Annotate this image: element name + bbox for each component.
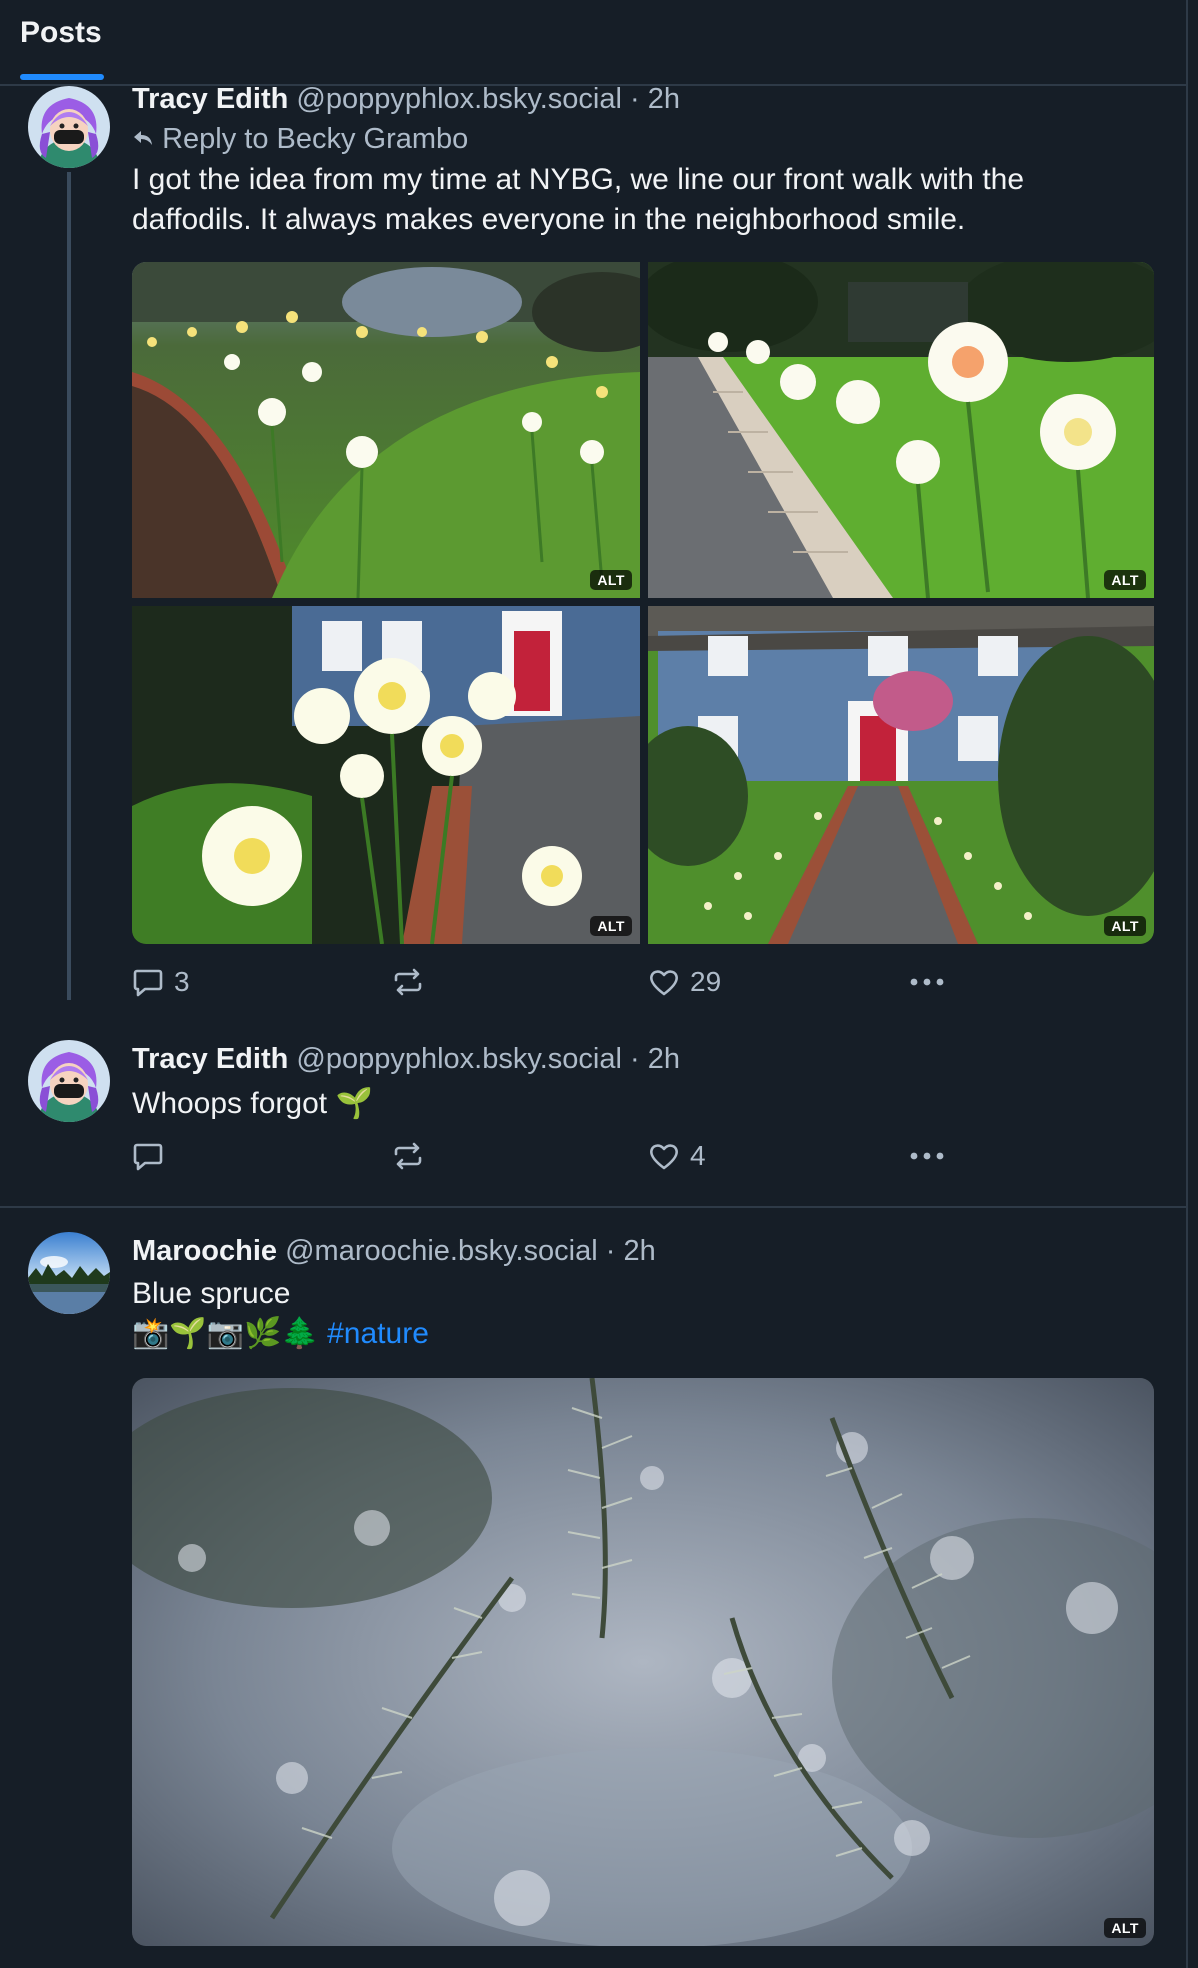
post-item[interactable]: Tracy Edith @poppyphlox.bsky.social · 2h… [0, 1040, 1186, 1200]
tab-posts-label: Posts [20, 16, 102, 49]
post-text: Whoops forgot 🌱 [132, 1087, 373, 1120]
post-image[interactable]: ALT [648, 606, 1154, 944]
author-handle[interactable]: @maroochie.bsky.social [285, 1235, 598, 1267]
thread-line [67, 172, 71, 1000]
blue-spruce-photo-icon [132, 1378, 1154, 1946]
feed-header: Posts [0, 0, 1186, 86]
author-handle[interactable]: @poppyphlox.bsky.social [296, 1043, 622, 1075]
reply-count: 3 [174, 966, 190, 997]
post-time[interactable]: 2h [623, 1235, 655, 1267]
post-time[interactable]: 2h [648, 83, 680, 115]
post-divider [0, 1206, 1186, 1208]
meta-separator: · [629, 1043, 640, 1075]
repost-icon [392, 966, 424, 998]
meta-separator: · [629, 83, 640, 115]
emoji-tags: 📸🌱📷🌿🌲 [132, 1317, 319, 1350]
author-name[interactable]: Tracy Edith [132, 1043, 288, 1075]
avatar[interactable] [28, 86, 110, 168]
post-text: I got the idea from my time at NYBG, we … [132, 163, 1025, 236]
post-actions: 4 [132, 1140, 962, 1180]
post-text: Blue spruce 📸🌱📷🌿🌲 #nature [132, 1274, 1132, 1354]
reply-button[interactable]: 3 [132, 966, 190, 998]
meta-separator: · [605, 1235, 616, 1267]
blue-house-walkway-photo-icon [648, 606, 1154, 944]
alt-badge[interactable]: ALT [1104, 916, 1146, 936]
post-image[interactable]: ALT [132, 262, 640, 598]
author-handle[interactable]: @poppyphlox.bsky.social [296, 83, 622, 115]
post-item[interactable]: Maroochie @maroochie.bsky.social · 2h Bl… [0, 1232, 1186, 1968]
post-item[interactable]: Tracy Edith @poppyphlox.bsky.social · 2h… [0, 83, 1186, 1014]
post-text-line: Blue spruce [132, 1277, 291, 1310]
reply-icon [132, 1140, 164, 1172]
like-button[interactable]: 29 [648, 966, 721, 998]
heart-icon [648, 966, 680, 998]
tab-posts[interactable]: Posts [20, 12, 104, 82]
feed-right-border [1186, 0, 1188, 1968]
alt-badge[interactable]: ALT [590, 570, 632, 590]
like-count: 4 [690, 1140, 706, 1171]
alt-badge[interactable]: ALT [1104, 570, 1146, 590]
author-name[interactable]: Maroochie [132, 1235, 277, 1267]
reply-to-label: Reply to Becky Grambo [162, 123, 469, 155]
reply-to-line[interactable]: Reply to Becky Grambo [132, 120, 468, 159]
reply-arrow-icon [132, 121, 154, 159]
like-count: 29 [690, 966, 722, 997]
more-options-button[interactable] [908, 1140, 946, 1172]
repost-button[interactable] [392, 966, 434, 998]
daffodil-garden-bed-photo-icon [132, 262, 640, 598]
like-button[interactable]: 4 [648, 1140, 706, 1172]
daffodil-walkway-photo-icon [648, 262, 1154, 598]
post-meta: Tracy Edith @poppyphlox.bsky.social · 2h [132, 1040, 680, 1078]
post-tags-line: 📸🌱📷🌿🌲 #nature [132, 1314, 1132, 1354]
tab-active-indicator [20, 74, 104, 80]
reply-button[interactable] [132, 1140, 174, 1172]
post-time[interactable]: 2h [648, 1043, 680, 1075]
repost-button[interactable] [392, 1140, 434, 1172]
more-options-button[interactable] [908, 966, 946, 998]
post-meta: Tracy Edith @poppyphlox.bsky.social · 2h [132, 80, 680, 118]
post-image[interactable]: ALT [648, 262, 1154, 598]
repost-icon [392, 1140, 424, 1172]
hashtag-link[interactable]: #nature [327, 1317, 429, 1350]
avatar[interactable] [28, 1040, 110, 1122]
alt-badge[interactable]: ALT [590, 916, 632, 936]
more-dots-icon [908, 1140, 946, 1172]
post-image[interactable]: ALT [132, 1378, 1154, 1946]
daffodils-house-closeup-photo-icon [132, 606, 640, 944]
post-image[interactable]: ALT [132, 606, 640, 944]
post-actions: 3 29 [132, 966, 962, 1006]
post-meta: Maroochie @maroochie.bsky.social · 2h [132, 1232, 656, 1270]
more-dots-icon [908, 966, 946, 998]
heart-icon [648, 1140, 680, 1172]
author-name[interactable]: Tracy Edith [132, 83, 288, 115]
reply-icon [132, 966, 164, 998]
alt-badge[interactable]: ALT [1104, 1918, 1146, 1938]
avatar[interactable] [28, 1232, 110, 1314]
